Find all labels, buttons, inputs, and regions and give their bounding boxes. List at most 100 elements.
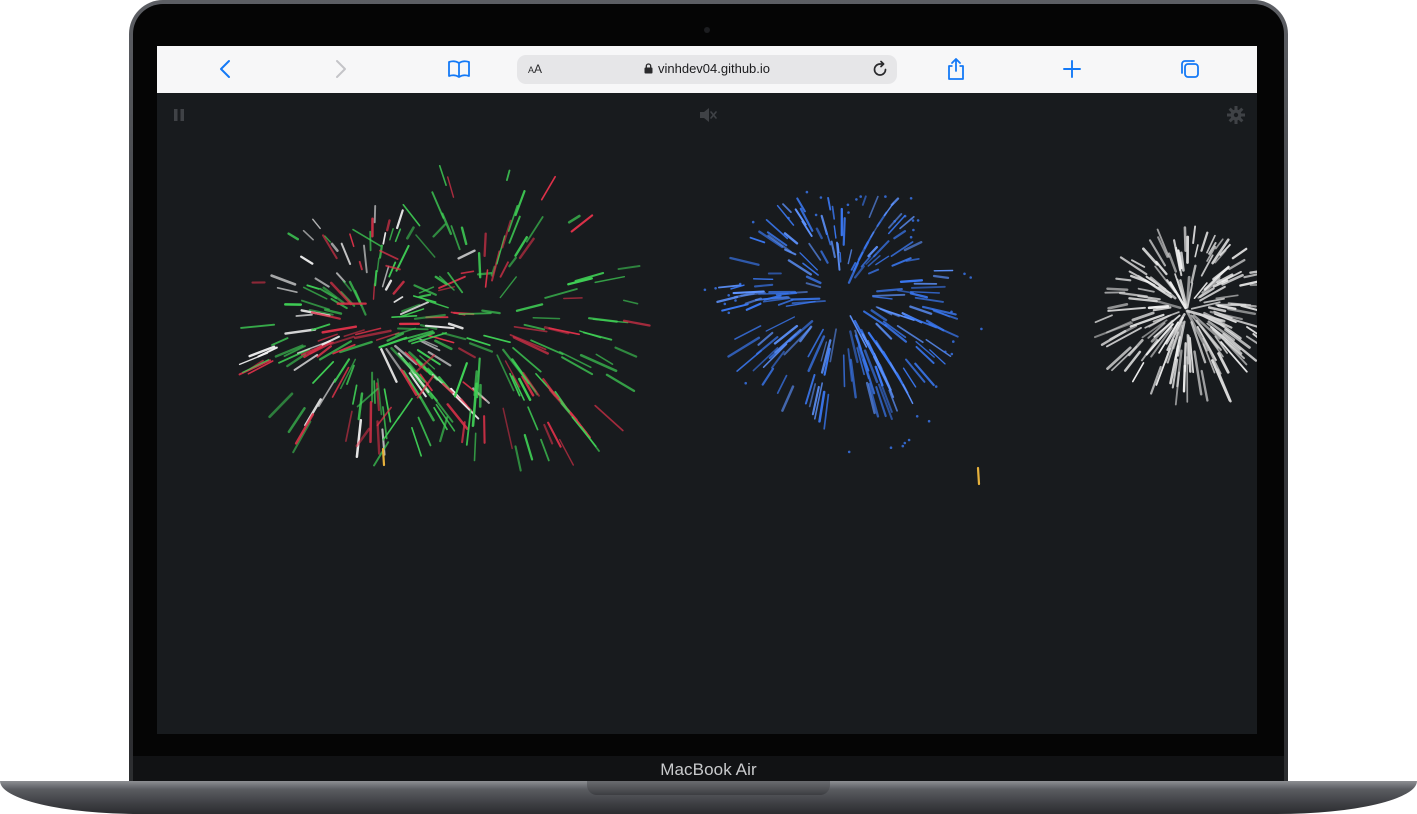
spark: [483, 232, 487, 258]
spark: [311, 323, 331, 331]
spark: [441, 332, 467, 341]
spark: [1192, 225, 1197, 245]
spark: [1137, 287, 1155, 293]
new-tab-icon[interactable]: [1059, 56, 1085, 82]
spark: [373, 441, 390, 467]
share-icon[interactable]: [943, 56, 969, 82]
spark: [532, 317, 561, 320]
spark: [820, 250, 829, 264]
spark: [820, 214, 829, 235]
ember: [738, 282, 742, 286]
ember: [723, 302, 727, 306]
spark: [909, 292, 929, 299]
spark: [321, 325, 358, 334]
spark: [868, 268, 880, 275]
spark: [914, 296, 944, 303]
back-icon[interactable]: [212, 56, 238, 82]
spark: [805, 282, 822, 289]
spark: [1200, 254, 1214, 277]
spark: [1118, 291, 1148, 298]
settings-icon[interactable]: [1227, 106, 1245, 129]
spark: [884, 323, 908, 343]
spark: [396, 209, 404, 230]
spark: [300, 255, 314, 265]
spark: [514, 189, 526, 217]
spark: [1193, 350, 1203, 396]
spark: [432, 223, 447, 238]
spark: [339, 340, 373, 354]
spark: [815, 227, 823, 240]
forward-icon[interactable]: [328, 56, 354, 82]
spark: [902, 383, 914, 405]
spark: [363, 244, 368, 274]
tabs-icon[interactable]: [1177, 56, 1203, 82]
spark: [417, 416, 432, 447]
spark: [411, 426, 423, 457]
spark: [1106, 287, 1129, 291]
pause-icon[interactable]: [173, 108, 185, 127]
fireworks-canvas[interactable]: [157, 93, 1257, 734]
spark: [753, 283, 774, 288]
spark: [829, 328, 837, 363]
spark: [525, 216, 544, 243]
spark: [369, 401, 373, 444]
spark: [582, 331, 613, 341]
spark: [884, 375, 895, 398]
spark: [765, 316, 796, 332]
spark: [1203, 297, 1225, 304]
spark: [458, 347, 476, 359]
screen-chin: MacBook Air: [133, 756, 1284, 784]
spark: [340, 242, 352, 265]
bookmarks-icon[interactable]: [446, 56, 472, 82]
url-display[interactable]: vinhdev04.github.io: [517, 61, 897, 76]
spark: [782, 203, 792, 213]
spark: [833, 225, 837, 239]
spark: [395, 244, 410, 272]
ember: [744, 381, 747, 385]
ember: [884, 195, 887, 198]
spark: [1243, 273, 1257, 279]
spark: [842, 354, 846, 388]
spark: [893, 230, 907, 240]
spark: [883, 202, 895, 217]
reload-icon[interactable]: [870, 59, 890, 79]
spark: [842, 217, 846, 246]
spark: [753, 278, 774, 281]
spark: [1227, 307, 1257, 316]
spark: [899, 279, 924, 283]
spark: [567, 214, 581, 224]
spark: [791, 300, 826, 305]
ember: [859, 195, 862, 198]
spark: [483, 334, 511, 344]
spark: [1147, 305, 1170, 310]
spark: [425, 299, 449, 309]
spark: [617, 265, 641, 271]
spark: [357, 392, 364, 421]
spark: [352, 384, 358, 405]
spark: [496, 235, 506, 265]
spark: [276, 287, 298, 293]
spark: [381, 265, 390, 288]
spark: [458, 312, 492, 316]
spark: [776, 374, 788, 394]
spark: [402, 204, 421, 227]
ember: [846, 203, 850, 207]
spark: [457, 249, 476, 260]
spark: [1182, 364, 1187, 393]
spark: [302, 286, 328, 300]
spark: [352, 228, 382, 247]
spark: [580, 426, 600, 452]
spark: [594, 404, 624, 432]
spark: [292, 420, 312, 454]
ember: [934, 385, 938, 388]
ember: [963, 272, 966, 276]
spark: [1142, 247, 1159, 266]
spark: [499, 261, 509, 278]
spark: [505, 169, 511, 181]
address-bar[interactable]: AA vinhdev04.github.io: [517, 55, 897, 84]
ember: [907, 438, 911, 442]
spark: [284, 328, 317, 335]
sound-muted-icon[interactable]: [699, 107, 717, 128]
spark: [461, 421, 466, 444]
spark: [790, 297, 821, 301]
